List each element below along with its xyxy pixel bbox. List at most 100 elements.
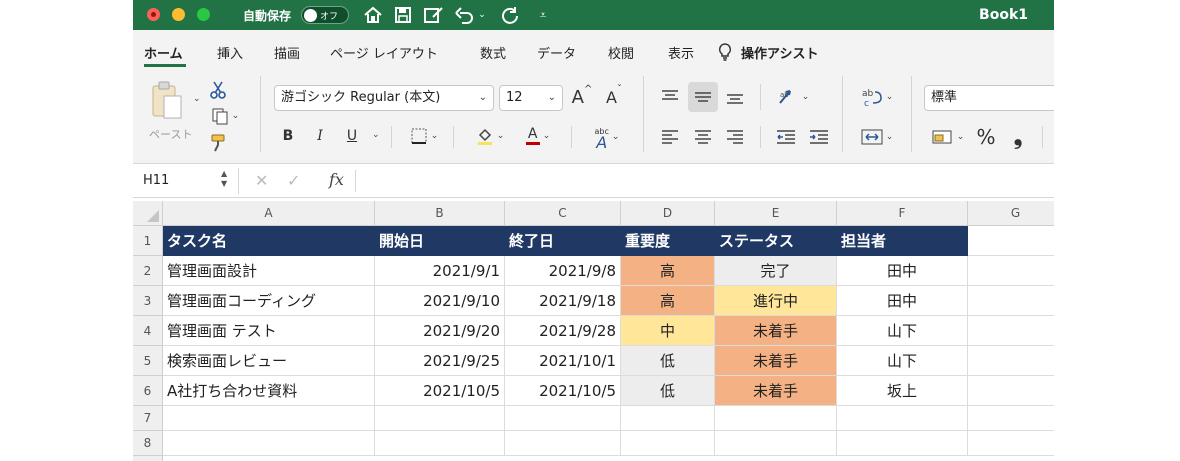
italic-button[interactable]: I [309,124,331,148]
edit-document-icon[interactable] [421,4,447,26]
cell-c5[interactable]: 2021/10/1 [505,346,621,376]
comma-style-button[interactable]: ❟ [1007,124,1029,150]
cell-f3[interactable]: 田中 [837,286,968,316]
cell-d7[interactable] [621,406,715,431]
cell-d8[interactable] [621,431,715,456]
cell-e4[interactable]: 未着手 [715,316,837,346]
name-box-stepper-icon[interactable]: ▲ ▼ [221,169,227,189]
tab-data[interactable]: データ [537,43,576,62]
tab-formulas[interactable]: 数式 [480,43,506,62]
column-header-c[interactable]: C [505,201,621,226]
row-header-8[interactable]: 8 [133,431,163,456]
cell-f2[interactable]: 田中 [837,256,968,286]
cell-c1[interactable]: 終了日 [505,226,621,256]
cell-e1[interactable]: ステータス [715,226,837,256]
tab-page-layout[interactable]: ページ レイアウト [330,43,438,62]
cut-icon[interactable] [208,80,228,100]
cell-b8[interactable] [375,431,505,456]
underline-button[interactable]: U [341,124,363,148]
increase-indent-icon[interactable] [806,124,832,150]
cell-a8[interactable] [163,431,375,456]
row-header-9[interactable] [133,456,163,461]
align-left-icon[interactable] [657,124,683,150]
percent-style-button[interactable]: % [975,124,997,150]
font-name-select[interactable]: 游ゴシック Regular (本文) ⌄ [274,85,494,111]
cell-d1[interactable]: 重要度 [621,226,715,256]
cell-b1[interactable]: 開始日 [375,226,505,256]
cell-b2[interactable]: 2021/9/1 [375,256,505,286]
insert-function-button[interactable]: fx [329,170,344,189]
underline-chevron-down-icon[interactable]: ⌄ [372,130,380,140]
column-header-a[interactable]: A [163,201,375,226]
bold-button[interactable]: B [277,124,299,148]
shrink-font-button[interactable]: Aˇ [601,84,627,110]
cell-b4[interactable]: 2021/9/20 [375,316,505,346]
paste-chevron-down-icon[interactable]: ⌄ [193,94,201,104]
align-bottom-icon[interactable] [722,84,748,110]
save-icon[interactable] [391,4,415,26]
cell-d5[interactable]: 低 [621,346,715,376]
cell-e3[interactable]: 進行中 [715,286,837,316]
merge-center-icon[interactable]: ⌄ [855,124,899,150]
column-header-e[interactable]: E [715,201,837,226]
cell-b3[interactable]: 2021/9/10 [375,286,505,316]
format-painter-icon[interactable] [208,132,230,154]
row-header-3[interactable]: 3 [133,286,163,316]
cell-e2[interactable]: 完了 [715,256,837,286]
cell-c8[interactable] [505,431,621,456]
cell-f5[interactable]: 山下 [837,346,968,376]
wrap-text-icon[interactable]: ab c ⌄ [855,84,899,110]
cell-d3[interactable]: 高 [621,286,715,316]
cancel-formula-icon[interactable]: ✕ [255,171,268,190]
cell-c6[interactable]: 2021/10/5 [505,376,621,406]
column-header-b[interactable]: B [375,201,505,226]
minimize-window-button[interactable] [172,8,185,21]
grow-font-button[interactable]: A ^ [569,84,595,110]
column-header-f[interactable]: F [837,201,968,226]
zoom-window-button[interactable] [197,8,210,21]
align-top-icon[interactable] [657,84,683,110]
cell-a3[interactable]: 管理画面コーディング [163,286,375,316]
row-header-5[interactable]: 5 [133,346,163,376]
copy-icon[interactable]: ⌄ [208,106,242,126]
cell-g7[interactable] [968,406,1054,431]
tab-review[interactable]: 校閲 [608,43,634,62]
tab-view[interactable]: 表示 [668,43,694,62]
cell-c2[interactable]: 2021/9/8 [505,256,621,286]
cell-f1[interactable]: 担当者 [837,226,968,256]
cell-a6[interactable]: A社打ち合わせ資料 [163,376,375,406]
cell-a5[interactable]: 検索画面レビュー [163,346,375,376]
accounting-format-icon[interactable]: ⌄ [926,124,970,150]
cell-d6[interactable]: 低 [621,376,715,406]
align-right-icon[interactable] [722,124,748,150]
cell-e8[interactable] [715,431,837,456]
decrease-indent-icon[interactable] [773,124,799,150]
column-header-d[interactable]: D [621,201,715,226]
number-format-select[interactable]: 標準 [924,85,1054,111]
cell-a2[interactable]: 管理画面設計 [163,256,375,286]
cell-f8[interactable] [837,431,968,456]
select-all-corner[interactable] [133,201,163,226]
redo-icon[interactable] [497,4,523,26]
autosave-toggle[interactable]: オフ [301,6,349,24]
cell-g1[interactable] [968,226,1054,256]
cell-e7[interactable] [715,406,837,431]
row-header-6[interactable]: 6 [133,376,163,406]
cell-e5[interactable]: 未着手 [715,346,837,376]
cell-b7[interactable] [375,406,505,431]
cell-a1[interactable]: タスク名 [163,226,375,256]
undo-icon[interactable]: ⌄ [453,4,487,26]
tab-draw[interactable]: 描画 [274,43,300,62]
cell-b5[interactable]: 2021/9/25 [375,346,505,376]
font-color-button[interactable]: A ⌄ [519,124,557,148]
align-center-icon[interactable] [690,124,716,150]
cell-a7[interactable] [163,406,375,431]
close-window-button[interactable] [147,8,160,21]
cell-c3[interactable]: 2021/9/18 [505,286,621,316]
paste-button[interactable] [147,78,187,122]
column-header-g[interactable]: G [968,201,1054,226]
cell-g5[interactable] [968,346,1054,376]
cell-g2[interactable] [968,256,1054,286]
tab-home[interactable]: ホーム [144,43,183,62]
formula-input[interactable] [363,170,1043,192]
